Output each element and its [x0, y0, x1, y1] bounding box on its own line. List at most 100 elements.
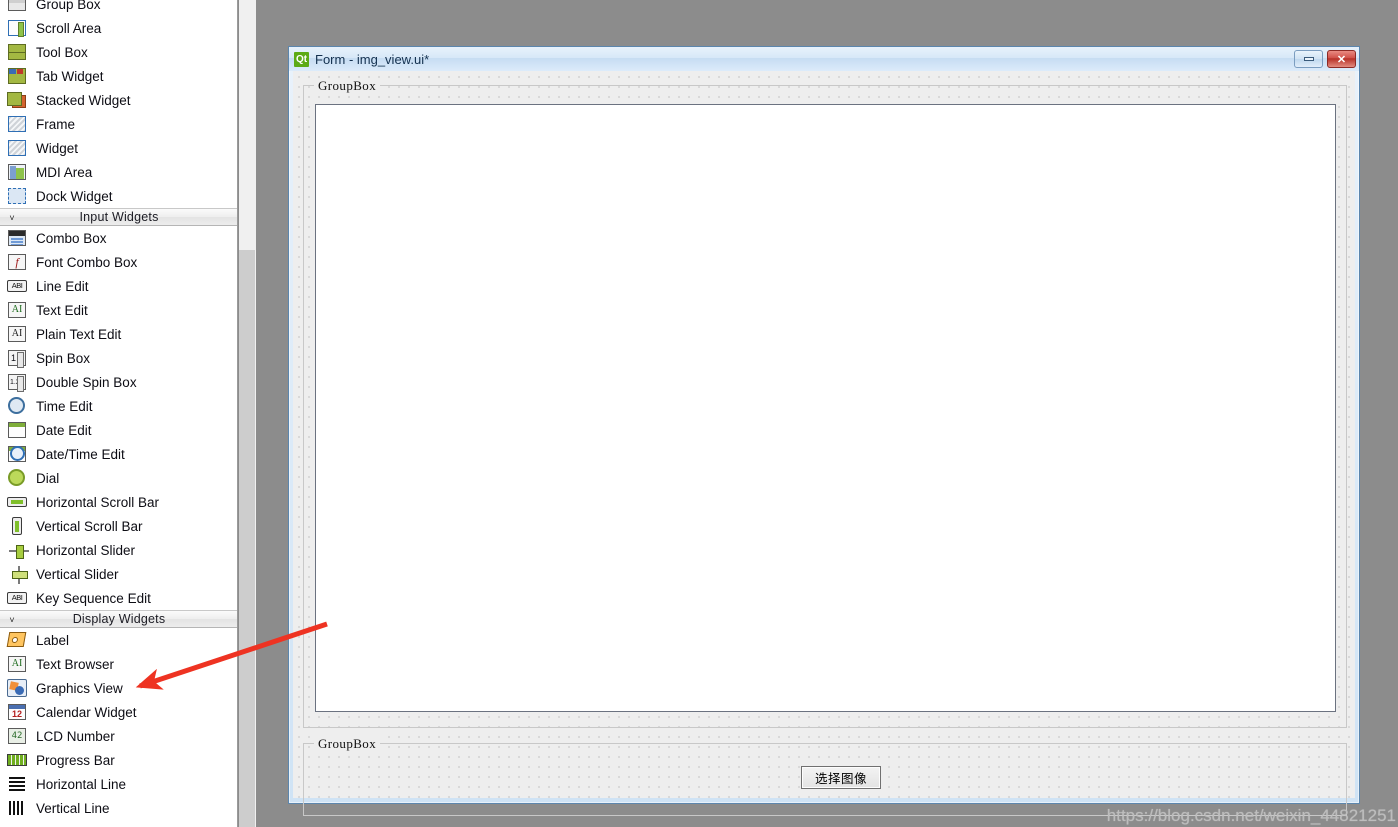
widget-box-item-label: Horizontal Scroll Bar — [36, 494, 160, 510]
dock-widget-icon — [6, 187, 28, 205]
combo-box-icon — [6, 229, 28, 247]
widget-box-item-label: Date/Time Edit — [36, 446, 125, 462]
date-time-edit-icon — [6, 445, 28, 463]
sidebar-item-vertical-slider[interactable]: Vertical Slider — [0, 562, 237, 586]
widget-box-list[interactable]: Group Box Scroll Area Tool Box Tab Widget St… — [0, 0, 237, 820]
sidebar-item-date-edit[interactable]: Date Edit — [0, 418, 237, 442]
sidebar-item-frame[interactable]: Frame — [0, 112, 237, 136]
widget-box-item-label: Group Box — [36, 0, 101, 12]
widget-box-item-label: Dial — [36, 470, 60, 486]
window-controls[interactable]: ✕ — [1294, 50, 1356, 68]
sidebar-item-vertical-scroll-bar[interactable]: Vertical Scroll Bar — [0, 514, 237, 538]
sidebar-item-dial[interactable]: Dial — [0, 466, 237, 490]
sidebar-item-key-sequence-edit[interactable]: ABI Key Sequence Edit — [0, 586, 237, 610]
widget-box-item-label: Stacked Widget — [36, 92, 131, 108]
sidebar-item-horizontal-slider[interactable]: Horizontal Slider — [0, 538, 237, 562]
widget-box-section-header[interactable]: ˅ Input Widgets — [0, 208, 237, 227]
label-icon — [6, 631, 28, 649]
double-spin-box-icon: 1.2 — [6, 373, 28, 392]
sidebar-item-time-edit[interactable]: Time Edit — [0, 394, 237, 418]
widget-box-item-label: Calendar Widget — [36, 704, 137, 720]
sidebar-item-spin-box[interactable]: 1 Spin Box — [0, 346, 237, 370]
chevron-down-icon[interactable]: ˅ — [4, 209, 20, 227]
sidebar-item-date-time-edit[interactable]: Date/Time Edit — [0, 442, 237, 466]
form-design-canvas[interactable]: GroupBox GroupBox 选择图像 — [293, 71, 1355, 816]
widget-box-item-label: Spin Box — [36, 350, 91, 366]
widget-box-item-label: Graphics View — [36, 680, 123, 696]
groupbox-top[interactable]: GroupBox — [303, 78, 1347, 728]
date-edit-icon — [6, 421, 28, 439]
sidebar-item-combo-box[interactable]: Combo Box — [0, 226, 237, 250]
text-edit-icon: AI — [6, 301, 28, 319]
widget-box-item-label: Double Spin Box — [36, 374, 137, 390]
scrollbar-lower-track[interactable] — [239, 250, 255, 827]
line-edit-icon: ABI — [6, 277, 28, 295]
close-button[interactable]: ✕ — [1327, 50, 1356, 68]
widget-box-item-label: LCD Number — [36, 728, 115, 744]
widget-box-item-label: Label — [36, 632, 70, 648]
tool-box-icon — [6, 43, 28, 61]
sidebar-item-vertical-line[interactable]: Vertical Line — [0, 796, 237, 820]
sidebar-item-scroll-area[interactable]: Scroll Area — [0, 16, 237, 40]
tab-widget-icon — [6, 67, 28, 85]
widget-box-item-label: Horizontal Line — [36, 776, 127, 792]
sidebar-item-font-combo-box[interactable]: f Font Combo Box — [0, 250, 237, 274]
widget-box-item-label: Vertical Line — [36, 800, 110, 816]
graphics-view-icon — [6, 679, 28, 697]
frame-icon — [6, 115, 28, 133]
calendar-widget-icon: 12 — [6, 703, 28, 721]
select-image-button[interactable]: 选择图像 — [801, 766, 881, 789]
sidebar-item-line-edit[interactable]: ABI Line Edit — [0, 274, 237, 298]
widget-box-section-label: Display Widgets — [72, 612, 166, 626]
widget-box-item-label: Vertical Scroll Bar — [36, 518, 143, 534]
minimize-button[interactable] — [1294, 50, 1323, 68]
sidebar-item-double-spin-box[interactable]: 1.2 Double Spin Box — [0, 370, 237, 394]
chevron-down-icon[interactable]: ˅ — [4, 611, 20, 629]
progress-bar-icon — [6, 751, 28, 769]
sidebar-item-lcd-number[interactable]: 42 LCD Number — [0, 724, 237, 748]
sidebar-item-plain-text-edit[interactable]: AI Plain Text Edit — [0, 322, 237, 346]
sidebar-item-stacked-widget[interactable]: Stacked Widget — [0, 88, 237, 112]
sidebar-item-widget[interactable]: Widget — [0, 136, 237, 160]
vertical-slider-icon — [6, 565, 28, 584]
graphics-view-widget[interactable] — [315, 104, 1336, 712]
sidebar-item-label[interactable]: Label — [0, 628, 237, 652]
horizontal-scroll-bar-icon — [6, 493, 28, 511]
sidebar-item-text-edit[interactable]: AI Text Edit — [0, 298, 237, 322]
sidebar-item-horizontal-line[interactable]: Horizontal Line — [0, 772, 237, 796]
sidebar-item-text-browser[interactable]: AI Text Browser — [0, 652, 237, 676]
sidebar-item-progress-bar[interactable]: Progress Bar — [0, 748, 237, 772]
form-title-bar[interactable]: Qt Form - img_view.ui* ✕ — [289, 47, 1359, 71]
widget-box-panel[interactable]: Group Box Scroll Area Tool Box Tab Widget St… — [0, 0, 238, 827]
vertical-line-icon — [6, 799, 28, 817]
form-preview-window[interactable]: Qt Form - img_view.ui* ✕ GroupBox GroupB… — [288, 46, 1360, 816]
scrollbar-thumb[interactable] — [239, 0, 255, 250]
widget-box-section-label: Input Widgets — [79, 210, 159, 224]
vertical-scroll-bar-icon — [6, 517, 28, 535]
sidebar-item-tab-widget[interactable]: Tab Widget — [0, 64, 237, 88]
sidebar-item-tool-box[interactable]: Tool Box — [0, 40, 237, 64]
sidebar-item-horizontal-scroll-bar[interactable]: Horizontal Scroll Bar — [0, 490, 237, 514]
widget-box-scrollbar[interactable] — [239, 0, 256, 827]
widget-box-item-label: Frame — [36, 116, 76, 132]
widget-box-section-header[interactable]: ˅ Display Widgets — [0, 610, 237, 629]
horizontal-slider-icon — [6, 541, 29, 559]
widget-box-item-label: Widget — [36, 140, 79, 156]
text-browser-icon: AI — [6, 655, 28, 673]
widget-box-item-label: Vertical Slider — [36, 566, 119, 582]
spin-box-icon: 1 — [6, 349, 28, 368]
widget-box-item-label: Time Edit — [36, 398, 93, 414]
screen: Group Box Scroll Area Tool Box Tab Widget St… — [0, 0, 1398, 827]
widget-box-item-label: Progress Bar — [36, 752, 115, 768]
time-edit-icon — [6, 397, 28, 415]
widget-icon — [6, 139, 28, 157]
groupbox-bottom-title: GroupBox — [314, 736, 381, 752]
sidebar-item-mdi-area[interactable]: MDI Area — [0, 160, 237, 184]
sidebar-item-group-box[interactable]: Group Box — [0, 0, 237, 16]
widget-box-item-label: Tool Box — [36, 44, 88, 60]
sidebar-item-calendar-widget[interactable]: 12 Calendar Widget — [0, 700, 237, 724]
sidebar-item-dock-widget[interactable]: Dock Widget — [0, 184, 237, 208]
lcd-number-icon: 42 — [6, 727, 28, 745]
widget-box-item-label: Scroll Area — [36, 20, 102, 36]
sidebar-item-graphics-view[interactable]: Graphics View — [0, 676, 237, 700]
